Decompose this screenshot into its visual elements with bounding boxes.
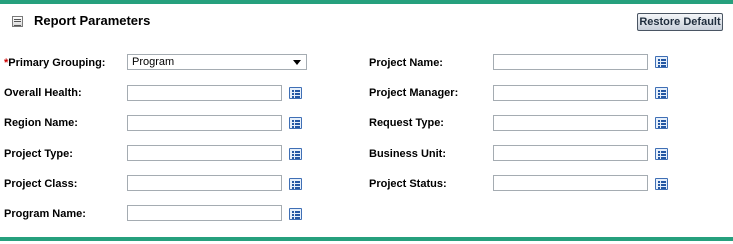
section-title: Report Parameters xyxy=(34,13,151,28)
program-name-lookup-icon[interactable] xyxy=(289,208,302,220)
project-status-lookup-icon[interactable] xyxy=(655,178,668,190)
request-type-label: Request Type: xyxy=(369,117,444,129)
project-type-input[interactable] xyxy=(127,145,282,161)
project-class-label: Project Class: xyxy=(4,178,78,190)
project-type-label: Project Type: xyxy=(4,148,73,160)
project-name-lookup-icon[interactable] xyxy=(655,56,668,68)
project-class-input[interactable] xyxy=(127,175,282,191)
region-name-input[interactable] xyxy=(127,115,282,131)
request-type-lookup-icon[interactable] xyxy=(655,117,668,129)
project-status-input[interactable] xyxy=(493,175,648,191)
business-unit-lookup-icon[interactable] xyxy=(655,148,668,160)
program-name-label: Program Name: xyxy=(4,208,86,220)
overall-health-input[interactable] xyxy=(127,85,282,101)
request-type-input[interactable] xyxy=(493,115,648,131)
program-name-input[interactable] xyxy=(127,205,282,221)
project-name-label: Project Name: xyxy=(369,57,443,69)
project-class-lookup-icon[interactable] xyxy=(289,178,302,190)
overall-health-label: Overall Health: xyxy=(4,87,82,99)
project-manager-input[interactable] xyxy=(493,85,648,101)
restore-default-button[interactable]: Restore Default xyxy=(637,13,723,31)
section-header: Report Parameters Restore Default xyxy=(0,4,733,36)
bottom-accent-rule xyxy=(0,237,733,241)
business-unit-input[interactable] xyxy=(493,145,648,161)
region-name-lookup-icon[interactable] xyxy=(289,117,302,129)
region-name-label: Region Name: xyxy=(4,117,78,129)
collapse-toggle-icon[interactable] xyxy=(12,16,23,27)
project-status-label: Project Status: xyxy=(369,178,447,190)
project-manager-lookup-icon[interactable] xyxy=(655,87,668,99)
project-manager-label: Project Manager: xyxy=(369,87,459,99)
chevron-down-icon[interactable] xyxy=(293,60,301,65)
primary-grouping-select[interactable]: Program xyxy=(127,54,307,70)
project-type-lookup-icon[interactable] xyxy=(289,148,302,160)
project-name-input[interactable] xyxy=(493,54,648,70)
primary-grouping-label: *Primary Grouping: xyxy=(4,57,106,69)
overall-health-lookup-icon[interactable] xyxy=(289,87,302,99)
business-unit-label: Business Unit: xyxy=(369,148,447,160)
primary-grouping-value: Program xyxy=(132,56,175,68)
